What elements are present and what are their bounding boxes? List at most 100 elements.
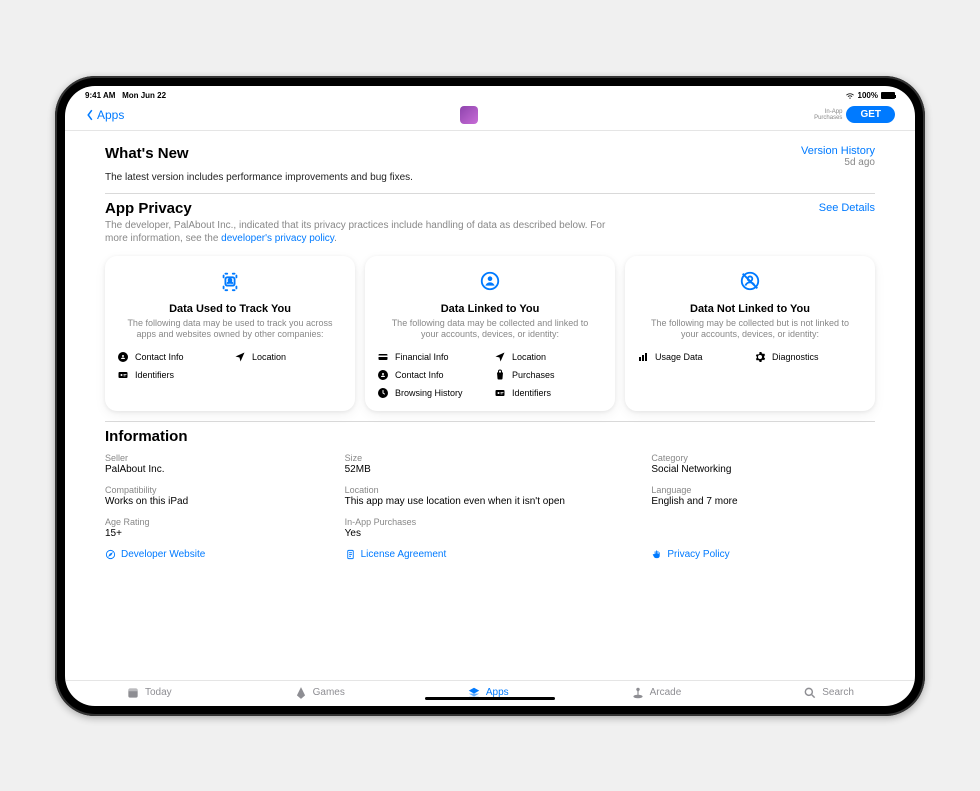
data-type-item: Financial Info	[377, 351, 486, 363]
get-button[interactable]: GET	[846, 106, 895, 123]
today-icon	[126, 686, 140, 700]
developer-website-link[interactable]: Developer Website	[105, 549, 329, 560]
status-time: 9:41 AM	[85, 91, 115, 100]
data-type-label: Identifiers	[512, 388, 551, 398]
card-subtitle: The following data may be used to track …	[117, 318, 343, 341]
privacy-policy-link[interactable]: Privacy Policy	[651, 549, 875, 560]
ipad-device-frame: 9:41 AM Mon Jun 22 100% Apps I	[55, 76, 925, 716]
search-icon	[803, 686, 817, 700]
data-type-item: Diagnostics	[754, 351, 863, 363]
app-icon-small[interactable]	[460, 106, 478, 124]
see-details-link[interactable]: See Details	[819, 202, 875, 214]
info-label: Age Rating	[105, 517, 329, 527]
info-cell: LocationThis app may use location even w…	[345, 485, 636, 507]
info-value: Works on this iPad	[105, 496, 329, 507]
card-title: Data Used to Track You	[117, 303, 343, 315]
info-cell: LanguageEnglish and 7 more	[651, 485, 875, 507]
data-type-label: Browsing History	[395, 388, 463, 398]
status-bar: 9:41 AM Mon Jun 22 100%	[65, 86, 915, 104]
info-value: Yes	[345, 528, 636, 539]
financial-icon	[377, 351, 389, 363]
info-cell: CompatibilityWorks on this iPad	[105, 485, 329, 507]
track-you-icon	[117, 270, 343, 297]
data-type-label: Purchases	[512, 370, 555, 380]
privacy-policy-inline-link[interactable]: developer's privacy policy	[221, 233, 334, 244]
data-type-label: Financial Info	[395, 352, 449, 362]
info-label: Size	[345, 453, 636, 463]
nav-bar: Apps In-AppPurchases GET	[65, 104, 915, 131]
info-cell: CategorySocial Networking	[651, 453, 875, 475]
info-value: 15+	[105, 528, 329, 539]
tab-arcade[interactable]: Arcade	[631, 686, 682, 700]
back-button[interactable]: Apps	[85, 108, 124, 122]
tab-games[interactable]: Games	[294, 686, 345, 700]
status-date: Mon Jun 22	[122, 91, 166, 100]
info-value: Social Networking	[651, 464, 875, 475]
info-label: Compatibility	[105, 485, 329, 495]
release-age: 5d ago	[801, 157, 875, 168]
tab-search[interactable]: Search	[803, 686, 854, 700]
home-indicator[interactable]	[425, 697, 555, 700]
status-right: 100%	[845, 90, 895, 102]
info-cell: Size52MB	[345, 453, 636, 475]
data-type-item: Browsing History	[377, 387, 486, 399]
location-icon	[494, 351, 506, 363]
info-value: PalAbout Inc.	[105, 464, 329, 475]
privacy-card-linked[interactable]: Data Linked to You The following data ma…	[365, 256, 615, 411]
in-app-purchase-label: In-AppPurchases	[814, 109, 842, 121]
data-type-label: Location	[252, 352, 286, 362]
tab-bar: Today Games Apps Arcade Search	[65, 680, 915, 706]
chevron-left-icon	[85, 109, 95, 121]
tab-today[interactable]: Today	[126, 686, 172, 700]
data-type-label: Identifiers	[135, 370, 174, 380]
back-label: Apps	[97, 108, 124, 122]
status-left: 9:41 AM Mon Jun 22	[85, 91, 166, 100]
data-type-label: Location	[512, 352, 546, 362]
battery-icon	[881, 92, 895, 99]
safari-icon	[105, 549, 116, 560]
privacy-card-track[interactable]: Data Used to Track You The following dat…	[105, 256, 355, 411]
app-privacy-section: App Privacy The developer, PalAbout Inc.…	[105, 193, 875, 421]
data-type-label: Usage Data	[655, 352, 703, 362]
content-scroll[interactable]: What's New Version History 5d ago The la…	[65, 131, 915, 680]
history-icon	[377, 387, 389, 399]
data-type-item: Contact Info	[377, 369, 486, 381]
data-type-label: Contact Info	[135, 352, 184, 362]
data-type-item: Usage Data	[637, 351, 746, 363]
info-value: English and 7 more	[651, 496, 875, 507]
battery-percent: 100%	[858, 91, 878, 100]
games-icon	[294, 686, 308, 700]
info-label: Category	[651, 453, 875, 463]
hand-icon	[651, 549, 662, 560]
info-cell	[651, 517, 875, 539]
info-label: Seller	[105, 453, 329, 463]
release-notes: The latest version includes performance …	[105, 172, 875, 183]
data-type-item: Identifiers	[117, 369, 226, 381]
id-icon	[494, 387, 506, 399]
card-subtitle: The following may be collected but is no…	[637, 318, 863, 341]
data-type-item: Identifiers	[494, 387, 603, 399]
version-history-link[interactable]: Version History	[801, 145, 875, 157]
linked-to-you-icon	[377, 270, 603, 297]
data-type-item: Purchases	[494, 369, 603, 381]
data-type-label: Diagnostics	[772, 352, 819, 362]
card-subtitle: The following data may be collected and …	[377, 318, 603, 341]
info-value: This app may use location even when it i…	[345, 496, 636, 507]
information-section: Information SellerPalAbout Inc.Size52MBC…	[105, 421, 875, 570]
license-agreement-link[interactable]: License Agreement	[345, 549, 636, 560]
whats-new-section: What's New Version History 5d ago The la…	[105, 139, 875, 193]
app-privacy-title: App Privacy	[105, 200, 625, 217]
contact-icon	[377, 369, 389, 381]
card-title: Data Linked to You	[377, 303, 603, 315]
info-cell: Age Rating15+	[105, 517, 329, 539]
wifi-icon	[845, 90, 855, 102]
not-linked-icon	[637, 270, 863, 297]
whats-new-title: What's New	[105, 145, 189, 162]
contact-icon	[117, 351, 129, 363]
card-title: Data Not Linked to You	[637, 303, 863, 315]
data-type-item: Contact Info	[117, 351, 226, 363]
screen: 9:41 AM Mon Jun 22 100% Apps I	[65, 86, 915, 706]
app-icon	[460, 106, 478, 124]
info-label: Language	[651, 485, 875, 495]
privacy-card-not-linked[interactable]: Data Not Linked to You The following may…	[625, 256, 875, 411]
